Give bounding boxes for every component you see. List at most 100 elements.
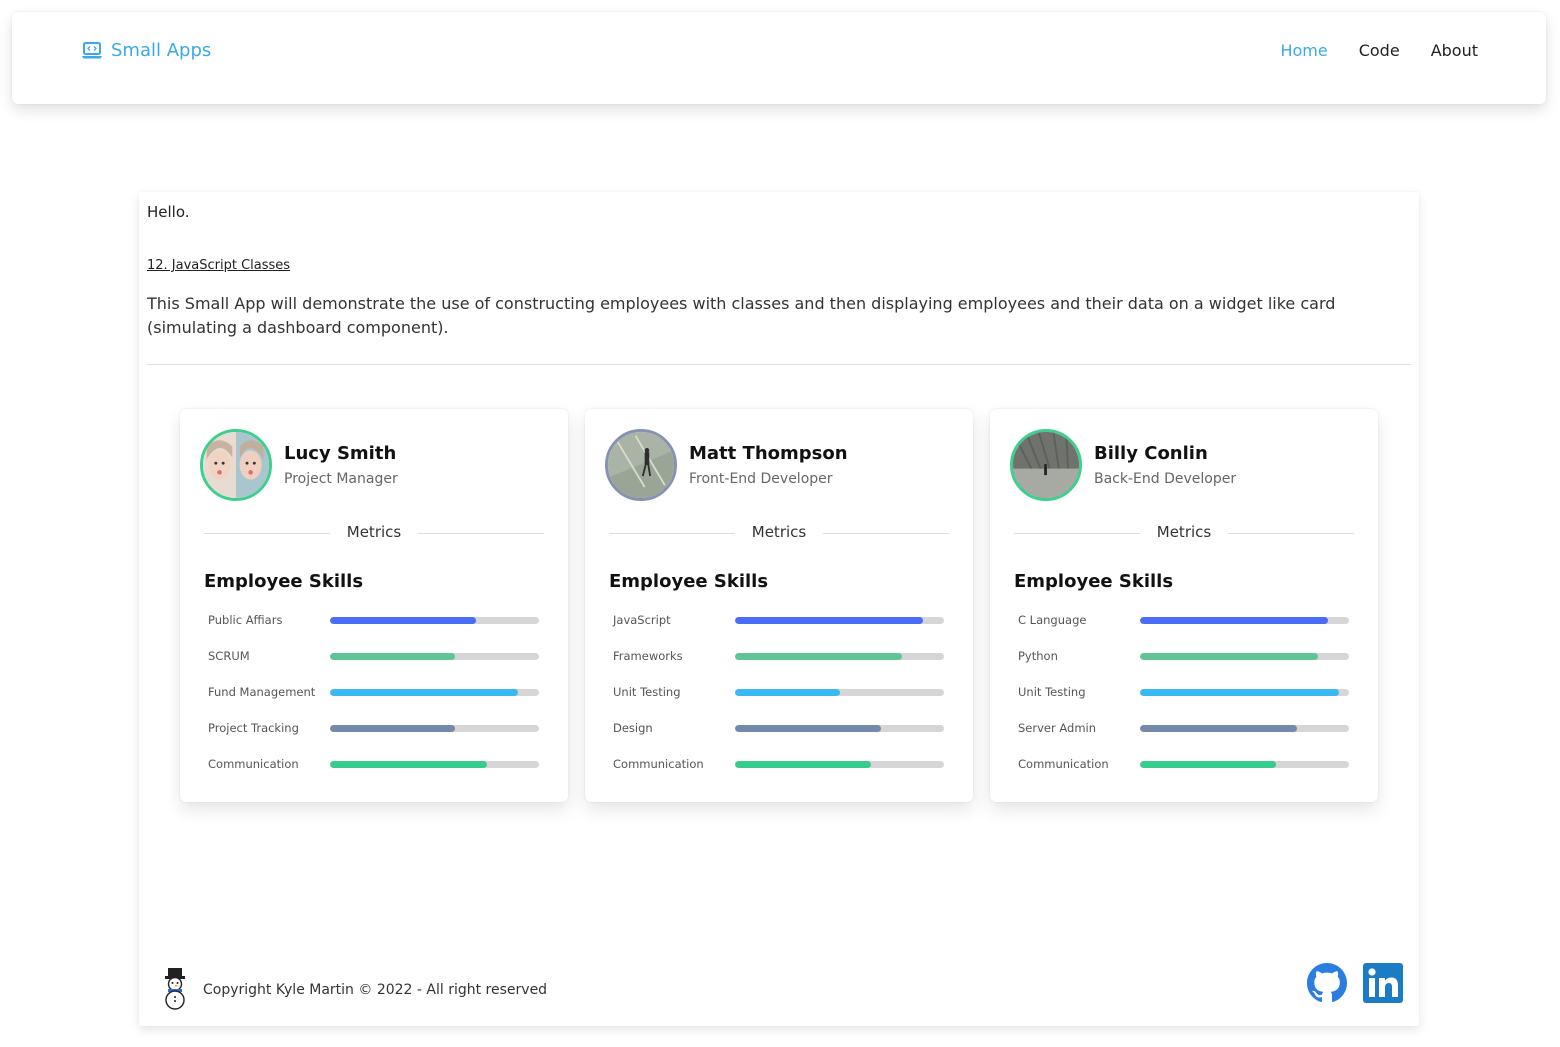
skill-label: Project Tracking: [208, 721, 299, 735]
skill-label: Communication: [613, 757, 704, 771]
skill-row: Communication: [613, 757, 945, 773]
skill-bar-fill: [735, 653, 903, 660]
skill-bar-fill: [330, 617, 477, 624]
nav-links: Home Code About: [1280, 41, 1478, 60]
skill-bar-track: [1140, 725, 1349, 732]
skill-row: Communication: [208, 757, 540, 773]
linkedin-icon[interactable]: [1363, 963, 1403, 1003]
skill-label: Public Affiars: [208, 613, 283, 627]
skill-bar-track: [330, 653, 539, 660]
skill-row: Communication: [1018, 757, 1350, 773]
employee-role: Back-End Developer: [1094, 471, 1237, 487]
nav-code[interactable]: Code: [1359, 41, 1400, 60]
skill-row: Project Tracking: [208, 721, 540, 737]
skill-label: JavaScript: [613, 613, 671, 627]
separator-line: [823, 533, 949, 534]
skill-bar-track: [1140, 617, 1349, 624]
skill-bar-fill: [1140, 617, 1329, 624]
skills-title: Employee Skills: [1014, 571, 1174, 592]
nav-about[interactable]: About: [1431, 41, 1478, 60]
metrics-separator: Metrics: [1014, 523, 1354, 543]
snowman-icon: [165, 968, 185, 1010]
skill-bar-fill: [330, 761, 487, 768]
skill-row: JavaScript: [613, 613, 945, 629]
skill-label: Python: [1018, 649, 1058, 663]
skill-bar-fill: [1140, 689, 1339, 696]
app-description: This Small App will demonstrate the use …: [147, 294, 1336, 337]
skill-bar-track: [1140, 653, 1349, 660]
skill-label: Communication: [1018, 757, 1109, 771]
app-title-link[interactable]: 12. JavaScript Classes: [147, 258, 290, 273]
skills-title: Employee Skills: [609, 571, 769, 592]
skill-bar-fill: [735, 725, 882, 732]
skill-bar-track: [330, 689, 539, 696]
skill-label: Unit Testing: [1018, 685, 1086, 699]
greeting: Hello.: [147, 203, 190, 221]
nav-home[interactable]: Home: [1280, 41, 1327, 60]
metrics-separator: Metrics: [204, 523, 544, 543]
employee-card: Lucy Smith Project Manager Metrics Emplo…: [180, 409, 568, 802]
navbar: Small Apps Home Code About: [12, 12, 1546, 104]
skill-label: Server Admin: [1018, 721, 1097, 735]
skill-bar-track: [735, 689, 944, 696]
skill-bar-fill: [1140, 725, 1297, 732]
skill-row: Public Affiars: [208, 613, 540, 629]
skill-bar-fill: [330, 653, 456, 660]
employee-name: Matt Thompson: [689, 443, 848, 464]
skill-bar-fill: [330, 725, 456, 732]
employee-name: Billy Conlin: [1094, 443, 1208, 464]
skill-label: Design: [613, 721, 653, 735]
brand-link[interactable]: Small Apps: [81, 40, 211, 61]
skill-row: Fund Management: [208, 685, 540, 701]
skill-row: SCRUM: [208, 649, 540, 665]
skill-bar-track: [1140, 689, 1349, 696]
skill-bar-fill: [735, 617, 924, 624]
brand-label: Small Apps: [111, 40, 212, 61]
avatar: [200, 429, 272, 501]
github-icon[interactable]: [1307, 963, 1347, 1003]
employee-name: Lucy Smith: [284, 443, 397, 464]
employee-card: Matt Thompson Front-End Developer Metric…: [585, 409, 973, 802]
avatar-photo: [608, 432, 674, 498]
separator-line: [1228, 533, 1354, 534]
employee-card: Billy Conlin Back-End Developer Metrics …: [990, 409, 1378, 802]
skill-bar-fill: [1140, 761, 1276, 768]
skill-label: C Language: [1018, 613, 1087, 627]
skill-bar-fill: [735, 689, 840, 696]
skill-label: Communication: [208, 757, 299, 771]
laptop-code-icon: [82, 41, 102, 58]
skill-row: C Language: [1018, 613, 1350, 629]
avatar: [605, 429, 677, 501]
metrics-label: Metrics: [1156, 523, 1212, 541]
skill-label: Fund Management: [208, 685, 316, 699]
skills-title: Employee Skills: [204, 571, 364, 592]
skill-row: Unit Testing: [1018, 685, 1350, 701]
skill-row: Server Admin: [1018, 721, 1350, 737]
avatar: [1010, 429, 1082, 501]
employee-role: Project Manager: [284, 471, 398, 487]
skill-bar-track: [735, 761, 944, 768]
skill-row: Unit Testing: [613, 685, 945, 701]
skill-bar-track: [735, 725, 944, 732]
skill-row: Frameworks: [613, 649, 945, 665]
skill-bar-track: [330, 617, 539, 624]
skill-bar-track: [330, 725, 539, 732]
skill-bar-fill: [330, 689, 519, 696]
skill-label: Unit Testing: [613, 685, 681, 699]
copyright-text: Copyright Kyle Martin © 2022 - All right…: [203, 982, 548, 998]
avatar-photo: [1013, 432, 1079, 498]
metrics-label: Metrics: [751, 523, 807, 541]
employee-role: Front-End Developer: [689, 471, 833, 487]
skill-label: SCRUM: [208, 649, 250, 663]
skill-row: Python: [1018, 649, 1350, 665]
skill-label: Frameworks: [613, 649, 683, 663]
avatar-photo: [203, 432, 269, 498]
skill-row: Design: [613, 721, 945, 737]
metrics-separator: Metrics: [609, 523, 949, 543]
skill-bar-track: [735, 617, 944, 624]
main-container: Hello. 12. JavaScript Classes This Small…: [139, 192, 1419, 1026]
skill-bar-fill: [1140, 653, 1318, 660]
metrics-label: Metrics: [346, 523, 402, 541]
skill-bar-track: [330, 761, 539, 768]
skill-bar-track: [1140, 761, 1349, 768]
